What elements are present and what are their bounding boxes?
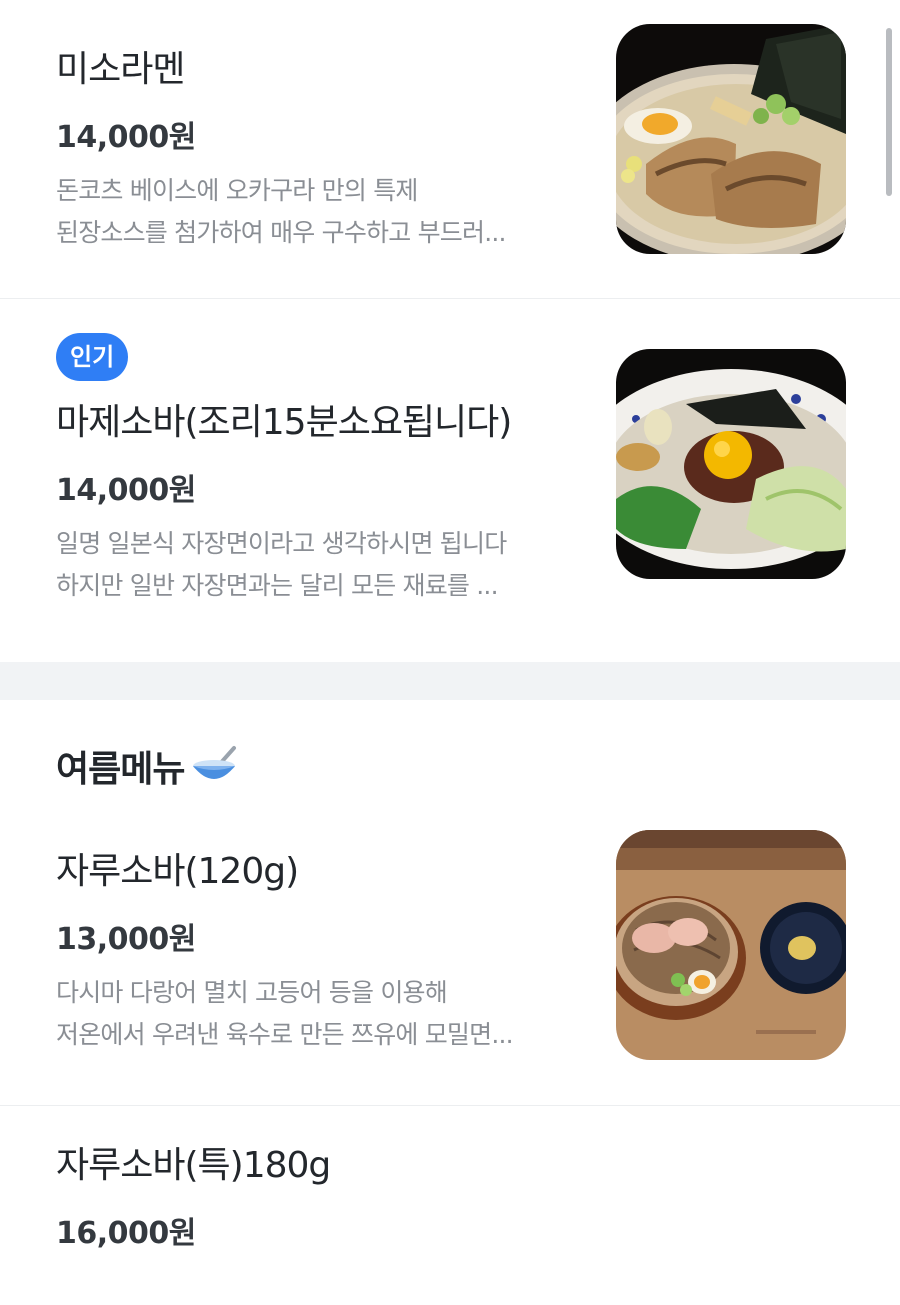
zaru-soba-photo: [616, 830, 846, 1060]
menu-item-name: 자루소바(특)180g: [56, 1145, 331, 1186]
menu-item-text: 미소라멘 14,000원 돈코츠 베이스에 오카구라 만의 특제 된장소스를 첨…: [56, 40, 586, 254]
maze-soba-image[interactable]: [616, 349, 846, 579]
vertical-scrollbar[interactable]: [886, 28, 892, 196]
maze-soba-photo: [616, 349, 846, 579]
zaru-soba-image[interactable]: [616, 830, 846, 1060]
menu-item-price: 14,000원: [56, 120, 196, 155]
miso-ramen-photo: [616, 24, 846, 254]
menu-item-name: 미소라멘: [56, 49, 185, 90]
menu-item-price: 14,000원: [56, 473, 196, 508]
menu-item-name: 자루소바(120g): [56, 851, 299, 892]
menu-item-zaru-soba-large[interactable]: 자루소바(특)180g 16,000원: [0, 1106, 900, 1305]
menu-item-description: 돈코츠 베이스에 오카구라 만의 특제 된장소스를 첨가하여 매우 구수하고 부…: [56, 170, 586, 254]
menu-page: 미소라멘 14,000원 돈코츠 베이스에 오카구라 만의 특제 된장소스를 첨…: [0, 0, 900, 1305]
menu-item-price: 13,000원: [56, 922, 196, 957]
menu-item-description: 다시마 다랑어 멸치 고등어 등을 이용해 저온에서 우려낸 육수로 만든 쯔유…: [56, 972, 586, 1056]
bowl-with-spoon-icon: [190, 744, 238, 788]
menu-item-description-line: 저온에서 우려낸 육수로 만든 쯔유에 모밀면...: [56, 1020, 514, 1049]
popular-badge: 인기: [56, 333, 129, 381]
menu-item-description-line: 다시마 다랑어 멸치 고등어 등을 이용해: [56, 978, 448, 1007]
menu-item-description-line: 하지만 일반 자장면과는 달리 모든 재료를 ...: [56, 571, 499, 600]
menu-item-text: 인기 마제소바(조리15분소요됩니다) 14,000원 일명 일본식 자장면이라…: [56, 333, 586, 607]
section-title-summer: 여름메뉴: [56, 740, 238, 792]
menu-item-price: 16,000원: [56, 1216, 196, 1251]
menu-item-description: 일명 일본식 자장면이라고 생각하시면 됩니다 하지만 일반 자장면과는 달리 …: [56, 523, 586, 607]
menu-item-description-line: 돈코츠 베이스에 오카구라 만의 특제: [56, 176, 418, 205]
miso-ramen-image[interactable]: [616, 24, 846, 254]
menu-item-text: 자루소바(특)180g 16,000원: [56, 1136, 586, 1252]
menu-item-text: 자루소바(120g) 13,000원 다시마 다랑어 멸치 고등어 등을 이용해…: [56, 842, 586, 1056]
section-separator: [0, 662, 900, 700]
menu-item-miso-ramen[interactable]: 미소라멘 14,000원 돈코츠 베이스에 오카구라 만의 특제 된장소스를 첨…: [0, 0, 900, 298]
menu-item-zaru-soba[interactable]: 자루소바(120g) 13,000원 다시마 다랑어 멸치 고등어 등을 이용해…: [0, 808, 900, 1105]
menu-item-maze-soba[interactable]: 인기 마제소바(조리15분소요됩니다) 14,000원 일명 일본식 자장면이라…: [0, 299, 900, 662]
section-title-text: 여름메뉴: [56, 749, 185, 790]
menu-item-name: 마제소바(조리15분소요됩니다): [56, 402, 512, 443]
menu-item-description-line: 된장소스를 첨가하여 매우 구수하고 부드러...: [56, 218, 506, 247]
menu-item-description-line: 일명 일본식 자장면이라고 생각하시면 됩니다: [56, 529, 507, 558]
